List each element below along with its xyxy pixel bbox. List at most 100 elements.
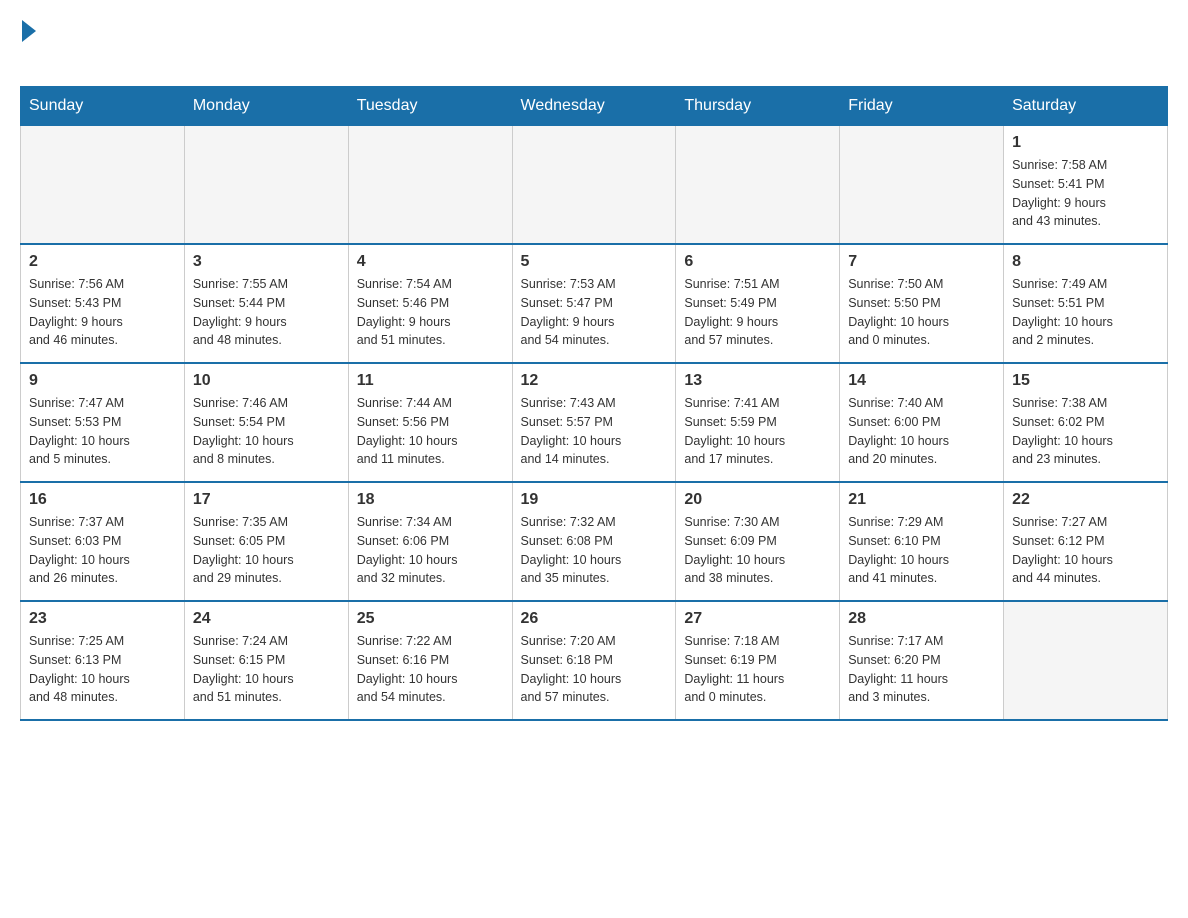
day-number: 7: [848, 253, 995, 271]
day-number: 12: [521, 372, 668, 390]
calendar-week-row: 1 Sunrise: 7:58 AM Sunset: 5:41 PM Daylig…: [21, 126, 1168, 245]
day-number: 18: [357, 491, 504, 509]
calendar-cell: 7 Sunrise: 7:50 AM Sunset: 5:50 PM Daylig…: [840, 244, 1004, 363]
calendar-cell: 11 Sunrise: 7:44 AM Sunset: 5:56 PM Dayli…: [348, 363, 512, 482]
day-info: Sunrise: 7:58 AM Sunset: 5:41 PM Dayligh…: [1012, 156, 1159, 231]
day-number: 2: [29, 253, 176, 271]
calendar-cell: 14 Sunrise: 7:40 AM Sunset: 6:00 PM Dayli…: [840, 363, 1004, 482]
calendar-cell: [184, 126, 348, 245]
calendar-cell: 16Sunrise: 7:37 AM Sunset: 6:03 PM Dayli…: [21, 482, 185, 601]
day-info: Sunrise: 7:44 AM Sunset: 5:56 PM Dayligh…: [357, 394, 504, 469]
day-of-week-header: Monday: [184, 87, 348, 126]
day-info: Sunrise: 7:54 AM Sunset: 5:46 PM Dayligh…: [357, 275, 504, 350]
calendar-cell: [676, 126, 840, 245]
calendar-week-row: 9 Sunrise: 7:47 AM Sunset: 5:53 PM Daylig…: [21, 363, 1168, 482]
calendar-cell: 13 Sunrise: 7:41 AM Sunset: 5:59 PM Dayli…: [676, 363, 840, 482]
day-number: 1: [1012, 134, 1159, 152]
day-info: Sunrise: 7:50 AM Sunset: 5:50 PM Dayligh…: [848, 275, 995, 350]
day-info: Sunrise: 7:46 AM Sunset: 5:54 PM Dayligh…: [193, 394, 340, 469]
calendar-cell: 2 Sunrise: 7:56 AM Sunset: 5:43 PM Daylig…: [21, 244, 185, 363]
calendar-cell: [512, 126, 676, 245]
day-info: Sunrise: 7:34 AM Sunset: 6:06 PM Dayligh…: [357, 513, 504, 588]
calendar-cell: 19Sunrise: 7:32 AM Sunset: 6:08 PM Dayli…: [512, 482, 676, 601]
calendar-cell: 25 Sunrise: 7:22 AM Sunset: 6:16 PM Dayli…: [348, 601, 512, 720]
day-info: Sunrise: 7:51 AM Sunset: 5:49 PM Dayligh…: [684, 275, 831, 350]
calendar-cell: [840, 126, 1004, 245]
day-number: 6: [684, 253, 831, 271]
day-info: Sunrise: 7:38 AM Sunset: 6:02 PM Dayligh…: [1012, 394, 1159, 469]
day-of-week-header: Saturday: [1004, 87, 1168, 126]
calendar-cell: 10Sunrise: 7:46 AM Sunset: 5:54 PM Dayli…: [184, 363, 348, 482]
calendar-week-row: 2 Sunrise: 7:56 AM Sunset: 5:43 PM Daylig…: [21, 244, 1168, 363]
calendar-cell: 20Sunrise: 7:30 AM Sunset: 6:09 PM Dayli…: [676, 482, 840, 601]
day-number: 14: [848, 372, 995, 390]
calendar-cell: 18 Sunrise: 7:34 AM Sunset: 6:06 PM Dayli…: [348, 482, 512, 601]
calendar-week-row: 16Sunrise: 7:37 AM Sunset: 6:03 PM Dayli…: [21, 482, 1168, 601]
day-number: 4: [357, 253, 504, 271]
calendar-cell: [21, 126, 185, 245]
calendar-cell: 8 Sunrise: 7:49 AM Sunset: 5:51 PM Daylig…: [1004, 244, 1168, 363]
day-info: Sunrise: 7:53 AM Sunset: 5:47 PM Dayligh…: [521, 275, 668, 350]
day-info: Sunrise: 7:37 AM Sunset: 6:03 PM Dayligh…: [29, 513, 176, 588]
day-info: Sunrise: 7:35 AM Sunset: 6:05 PM Dayligh…: [193, 513, 340, 588]
day-info: Sunrise: 7:56 AM Sunset: 5:43 PM Dayligh…: [29, 275, 176, 350]
calendar-cell: 22 Sunrise: 7:27 AM Sunset: 6:12 PM Dayli…: [1004, 482, 1168, 601]
day-number: 22: [1012, 491, 1159, 509]
calendar-cell: [1004, 601, 1168, 720]
day-info: Sunrise: 7:41 AM Sunset: 5:59 PM Dayligh…: [684, 394, 831, 469]
day-info: Sunrise: 7:43 AM Sunset: 5:57 PM Dayligh…: [521, 394, 668, 469]
calendar-cell: 27 Sunrise: 7:18 AM Sunset: 6:19 PM Dayli…: [676, 601, 840, 720]
day-number: 25: [357, 610, 504, 628]
day-number: 27: [684, 610, 831, 628]
day-number: 28: [848, 610, 995, 628]
day-number: 9: [29, 372, 176, 390]
day-number: 17: [193, 491, 340, 509]
calendar-cell: 24 Sunrise: 7:24 AM Sunset: 6:15 PM Dayli…: [184, 601, 348, 720]
calendar-cell: 3 Sunrise: 7:55 AM Sunset: 5:44 PM Daylig…: [184, 244, 348, 363]
day-info: Sunrise: 7:25 AM Sunset: 6:13 PM Dayligh…: [29, 632, 176, 707]
day-info: Sunrise: 7:47 AM Sunset: 5:53 PM Dayligh…: [29, 394, 176, 469]
calendar-cell: 12 Sunrise: 7:43 AM Sunset: 5:57 PM Dayli…: [512, 363, 676, 482]
days-of-week-row: SundayMondayTuesdayWednesdayThursdayFrid…: [21, 87, 1168, 126]
calendar-cell: 28Sunrise: 7:17 AM Sunset: 6:20 PM Dayli…: [840, 601, 1004, 720]
calendar-cell: 21 Sunrise: 7:29 AM Sunset: 6:10 PM Dayli…: [840, 482, 1004, 601]
calendar-cell: 23Sunrise: 7:25 AM Sunset: 6:13 PM Dayli…: [21, 601, 185, 720]
day-number: 11: [357, 372, 504, 390]
day-number: 15: [1012, 372, 1159, 390]
day-info: Sunrise: 7:22 AM Sunset: 6:16 PM Dayligh…: [357, 632, 504, 707]
day-of-week-header: Friday: [840, 87, 1004, 126]
calendar-cell: [348, 126, 512, 245]
calendar-cell: 4 Sunrise: 7:54 AM Sunset: 5:46 PM Daylig…: [348, 244, 512, 363]
day-number: 13: [684, 372, 831, 390]
calendar-cell: 5 Sunrise: 7:53 AM Sunset: 5:47 PM Daylig…: [512, 244, 676, 363]
day-of-week-header: Tuesday: [348, 87, 512, 126]
day-info: Sunrise: 7:29 AM Sunset: 6:10 PM Dayligh…: [848, 513, 995, 588]
day-number: 26: [521, 610, 668, 628]
logo-blue-text: [20, 42, 26, 69]
day-info: Sunrise: 7:55 AM Sunset: 5:44 PM Dayligh…: [193, 275, 340, 350]
calendar-cell: 9 Sunrise: 7:47 AM Sunset: 5:53 PM Daylig…: [21, 363, 185, 482]
calendar-cell: 6 Sunrise: 7:51 AM Sunset: 5:49 PM Daylig…: [676, 244, 840, 363]
calendar-body: 1 Sunrise: 7:58 AM Sunset: 5:41 PM Daylig…: [21, 126, 1168, 721]
day-number: 19: [521, 491, 668, 509]
page-header: [20, 20, 1168, 70]
logo-chevron-icon: [22, 20, 36, 42]
day-info: Sunrise: 7:27 AM Sunset: 6:12 PM Dayligh…: [1012, 513, 1159, 588]
calendar-cell: 17 Sunrise: 7:35 AM Sunset: 6:05 PM Dayli…: [184, 482, 348, 601]
day-number: 8: [1012, 253, 1159, 271]
logo: [20, 20, 38, 70]
day-info: Sunrise: 7:40 AM Sunset: 6:00 PM Dayligh…: [848, 394, 995, 469]
calendar-cell: 1 Sunrise: 7:58 AM Sunset: 5:41 PM Daylig…: [1004, 126, 1168, 245]
day-number: 3: [193, 253, 340, 271]
day-number: 21: [848, 491, 995, 509]
calendar-table: SundayMondayTuesdayWednesdayThursdayFrid…: [20, 86, 1168, 721]
calendar-header: SundayMondayTuesdayWednesdayThursdayFrid…: [21, 87, 1168, 126]
day-of-week-header: Sunday: [21, 87, 185, 126]
day-info: Sunrise: 7:18 AM Sunset: 6:19 PM Dayligh…: [684, 632, 831, 707]
day-of-week-header: Thursday: [676, 87, 840, 126]
day-info: Sunrise: 7:49 AM Sunset: 5:51 PM Dayligh…: [1012, 275, 1159, 350]
day-info: Sunrise: 7:24 AM Sunset: 6:15 PM Dayligh…: [193, 632, 340, 707]
day-of-week-header: Wednesday: [512, 87, 676, 126]
day-number: 24: [193, 610, 340, 628]
day-number: 5: [521, 253, 668, 271]
